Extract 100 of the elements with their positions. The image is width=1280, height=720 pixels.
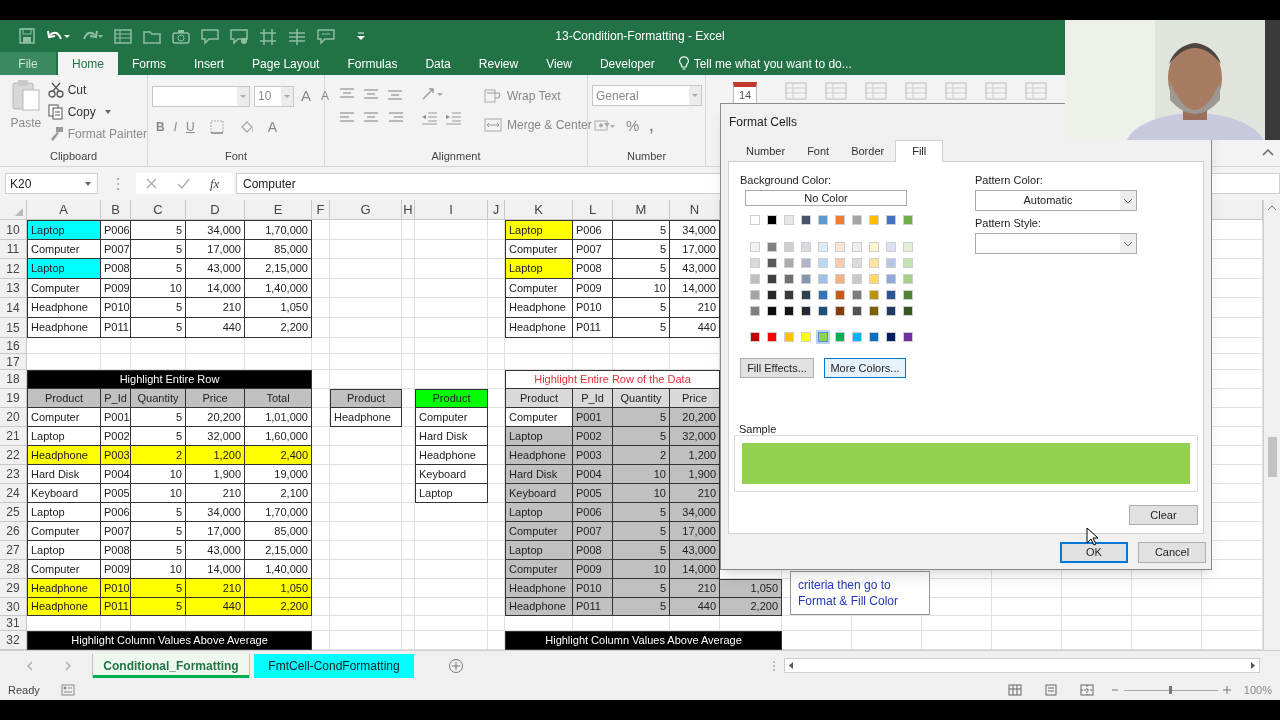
- color-swatch[interactable]: [750, 274, 760, 284]
- row-number[interactable]: 10: [0, 220, 27, 240]
- page-layout-view-icon[interactable]: [1043, 684, 1058, 696]
- color-swatch[interactable]: [852, 306, 862, 316]
- table-icon[interactable]: [865, 82, 887, 100]
- color-swatch[interactable]: [869, 306, 879, 316]
- color-swatch[interactable]: [835, 290, 845, 300]
- color-swatch[interactable]: [750, 290, 760, 300]
- add-sheet-icon[interactable]: [448, 657, 464, 674]
- column-header[interactable]: I: [415, 200, 488, 220]
- comment-icon[interactable]: [201, 27, 219, 45]
- dialog-tab[interactable]: Number: [735, 141, 797, 161]
- color-swatch[interactable]: [801, 258, 811, 268]
- color-swatch[interactable]: [886, 242, 896, 252]
- increase-indent-icon[interactable]: [445, 111, 462, 125]
- column-header[interactable]: E: [245, 200, 312, 220]
- zoom-slider-thumb[interactable]: [1169, 686, 1173, 694]
- color-swatch[interactable]: [750, 258, 760, 268]
- column-header[interactable]: J: [488, 200, 505, 220]
- color-swatch[interactable]: [903, 242, 913, 252]
- color-swatch[interactable]: [767, 290, 777, 300]
- row-number[interactable]: 25: [0, 503, 27, 522]
- align-left-icon[interactable]: [339, 111, 356, 125]
- color-swatch[interactable]: [801, 332, 811, 342]
- cancel-entry-icon[interactable]: [146, 178, 157, 189]
- color-swatch[interactable]: [903, 215, 913, 225]
- column-header[interactable]: M: [613, 200, 670, 220]
- font-name-field[interactable]: [152, 85, 250, 107]
- color-swatch[interactable]: [801, 215, 811, 225]
- table-icon[interactable]: [785, 82, 807, 100]
- dialog-tab[interactable]: Fill: [895, 140, 944, 162]
- color-swatch[interactable]: [835, 215, 845, 225]
- comment-icon[interactable]: [317, 27, 335, 45]
- color-swatch[interactable]: [818, 242, 828, 252]
- color-swatch[interactable]: [784, 306, 794, 316]
- pattern-color-dropdown[interactable]: Automatic: [975, 190, 1137, 211]
- ribbon-tab[interactable]: Home: [58, 52, 118, 75]
- color-swatch[interactable]: [869, 215, 879, 225]
- comment-icon[interactable]: [230, 27, 248, 45]
- row-number[interactable]: 16: [0, 338, 27, 354]
- color-swatch[interactable]: [801, 306, 811, 316]
- column-header[interactable]: A: [27, 200, 101, 220]
- color-swatch[interactable]: [886, 215, 896, 225]
- align-right-icon[interactable]: [387, 111, 404, 125]
- borders-icon[interactable]: [209, 120, 224, 134]
- no-color-button[interactable]: No Color: [745, 190, 907, 206]
- color-swatch[interactable]: [886, 290, 896, 300]
- color-swatch[interactable]: [767, 306, 777, 316]
- color-swatch[interactable]: [886, 258, 896, 268]
- normal-view-icon[interactable]: [1007, 684, 1022, 696]
- color-swatch[interactable]: [750, 242, 760, 252]
- row-number[interactable]: 18: [0, 370, 27, 389]
- name-box[interactable]: K20: [5, 173, 98, 194]
- ribbon-tab[interactable]: Formulas: [333, 52, 412, 75]
- orientation-icon[interactable]: [421, 87, 445, 101]
- bottom-align-icon[interactable]: [387, 87, 404, 101]
- color-swatch[interactable]: [903, 274, 913, 284]
- row-number[interactable]: 27: [0, 541, 27, 560]
- color-swatch[interactable]: [750, 215, 760, 225]
- color-swatch[interactable]: [852, 215, 862, 225]
- color-swatch[interactable]: [784, 290, 794, 300]
- color-swatch[interactable]: [818, 274, 828, 284]
- color-swatch[interactable]: [869, 242, 879, 252]
- fill-effects-button[interactable]: Fill Effects...: [740, 358, 814, 378]
- color-swatch[interactable]: [869, 258, 879, 268]
- dialog-tab[interactable]: Font: [796, 141, 841, 161]
- row-number[interactable]: 14: [0, 298, 27, 318]
- row-icon[interactable]: [288, 27, 306, 45]
- currency-icon[interactable]: [594, 119, 616, 134]
- row-number[interactable]: 30: [0, 598, 27, 616]
- horizontal-scrollbar[interactable]: [784, 658, 1260, 673]
- color-swatch[interactable]: [903, 290, 913, 300]
- row-number[interactable]: 32: [0, 631, 27, 650]
- table-icon[interactable]: [114, 27, 132, 45]
- cut-button[interactable]: Cut: [67, 80, 87, 99]
- calendar-icon[interactable]: 14: [733, 82, 757, 104]
- save-icon[interactable]: [19, 28, 35, 44]
- align-center-icon[interactable]: [363, 111, 380, 125]
- ok-button[interactable]: OK: [1060, 542, 1128, 563]
- color-swatch[interactable]: [852, 290, 862, 300]
- row-number[interactable]: 26: [0, 522, 27, 541]
- color-swatch[interactable]: [903, 258, 913, 268]
- color-swatch[interactable]: [886, 306, 896, 316]
- ribbon-tab[interactable]: Page Layout: [238, 52, 334, 75]
- color-swatch[interactable]: [818, 306, 828, 316]
- color-swatch[interactable]: [869, 274, 879, 284]
- color-swatch[interactable]: [835, 242, 845, 252]
- color-swatch[interactable]: [801, 242, 811, 252]
- color-swatch[interactable]: [750, 306, 760, 316]
- column-header[interactable]: K: [505, 200, 573, 220]
- column-header[interactable]: G: [330, 200, 402, 220]
- table-icon[interactable]: [1025, 82, 1047, 100]
- column-header[interactable]: N: [670, 200, 720, 220]
- color-swatch[interactable]: [784, 215, 794, 225]
- column-header[interactable]: C: [131, 200, 186, 220]
- ribbon-tab[interactable]: Forms: [118, 52, 180, 75]
- row-number[interactable]: 28: [0, 560, 27, 579]
- color-swatch[interactable]: [767, 258, 777, 268]
- decrease-indent-icon[interactable]: [421, 111, 438, 125]
- row-number[interactable]: 15: [0, 318, 27, 338]
